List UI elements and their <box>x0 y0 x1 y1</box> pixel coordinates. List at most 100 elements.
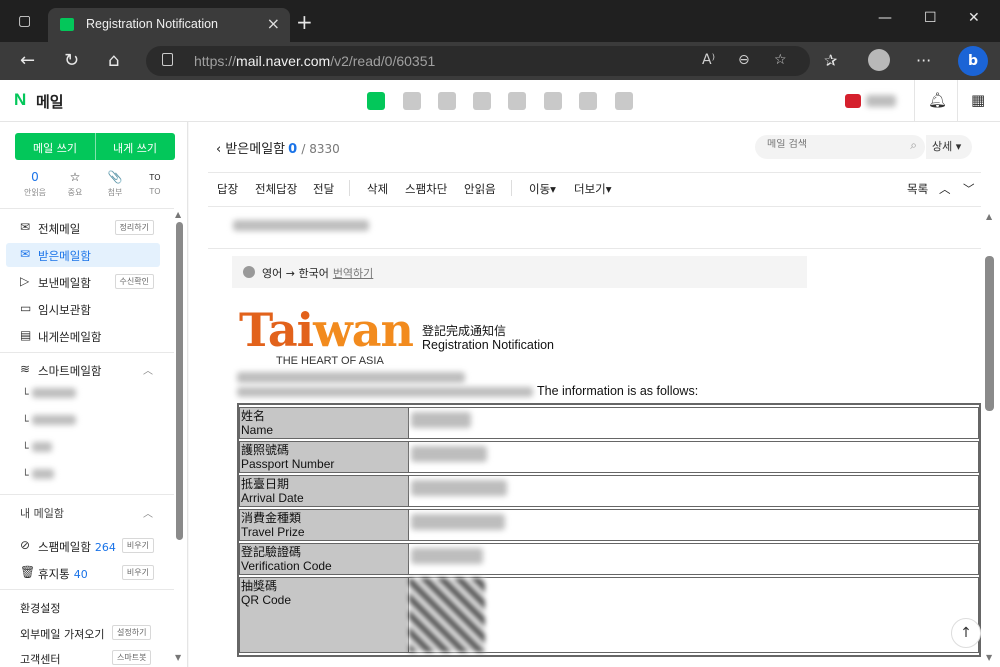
back-icon[interactable]: ← <box>20 50 35 71</box>
smartbot-button[interactable]: 스마트봇 <box>112 650 152 665</box>
delete-button[interactable]: 삭제 <box>367 181 388 197</box>
translate-link[interactable]: 번역하기 <box>333 267 373 280</box>
refresh-icon[interactable]: ↻ <box>64 50 79 71</box>
sidebar-scrollbar[interactable] <box>176 222 183 540</box>
smart-folder-item[interactable]: └ <box>22 388 77 401</box>
total-count: / 8330 <box>301 142 340 156</box>
read-receipt-button[interactable]: 수신확인 <box>114 274 154 289</box>
more-button[interactable]: 더보기▾ <box>574 181 612 197</box>
lock-icon[interactable] <box>162 53 173 66</box>
tab-actions-icon[interactable]: ▢ <box>18 13 31 29</box>
mail-logo-text[interactable]: 메일 <box>36 91 64 112</box>
home-service-icon[interactable] <box>579 92 597 110</box>
redacted-username <box>866 95 896 107</box>
read-aloud-icon[interactable]: A⁾ <box>702 52 715 68</box>
smart-folder-item[interactable]: └ <box>22 469 55 482</box>
quick-attachment[interactable]: 📎 첨부 <box>95 170 135 198</box>
new-tab-icon[interactable]: + <box>296 10 313 34</box>
previous-mail-icon[interactable]: ︿ <box>939 181 951 197</box>
detail-search-button[interactable]: 상세 ▾ <box>926 135 972 159</box>
folder-spam[interactable]: ⊘ 스팸메일함 264 비우기 <box>6 534 160 558</box>
contacts-service-icon[interactable] <box>473 92 491 110</box>
profile-camera-icon[interactable] <box>845 94 861 108</box>
empty-trash-button[interactable]: 비우기 <box>121 565 154 580</box>
mail-service-icon[interactable] <box>367 92 385 110</box>
notification-button[interactable]: 🔔︎ <box>914 80 956 122</box>
scroll-up-icon[interactable]: ▲ <box>175 210 181 219</box>
add-favorite-icon[interactable]: ☆ <box>774 52 787 68</box>
support-link[interactable]: 고객센터 스마트봇 <box>20 650 152 667</box>
collapse-chevron-icon[interactable]: ︿ <box>143 505 153 520</box>
toolbar-divider <box>349 180 350 196</box>
back-chevron-icon[interactable]: ‹ <box>216 142 221 157</box>
mark-unread-button[interactable]: 안읽음 <box>464 181 496 197</box>
mail-reader: ‹ 받은메일함0 / 8330 ⌕ 상세 ▾ 답장 전체답장 전달 삭제 스팸차… <box>189 122 1000 667</box>
folder-to-self[interactable]: ▤ 내게쓴메일함 <box>6 324 160 348</box>
field-label: 抵臺日期 Arrival Date <box>239 475 409 507</box>
scroll-down-icon[interactable]: ▼ <box>986 653 992 662</box>
next-mail-icon[interactable]: ﹀ <box>963 181 975 197</box>
compose-button[interactable]: 메일 쓰기 <box>15 140 95 156</box>
spam-block-button[interactable]: 스팸차단 <box>405 181 447 197</box>
collapse-chevron-icon[interactable]: ︿ <box>143 362 153 377</box>
scroll-up-icon[interactable]: ▲ <box>986 212 992 221</box>
calendar-service-icon[interactable] <box>403 92 421 110</box>
smart-mailbox-header[interactable]: ≋ 스마트메일함 <box>6 358 160 382</box>
reply-all-button[interactable]: 전체답장 <box>255 181 297 197</box>
bookmark-service-icon[interactable] <box>615 92 633 110</box>
mailbox-title[interactable]: ‹ 받은메일함 0 / 8330 <box>216 138 340 157</box>
mail-search[interactable]: ⌕ <box>755 135 925 159</box>
move-button[interactable]: 이동▾ <box>529 181 556 197</box>
home-icon[interactable]: ⌂ <box>108 50 119 71</box>
app-grid-button[interactable]: ▦ <box>957 80 999 122</box>
mybox-service-icon[interactable] <box>508 92 526 110</box>
envelope-icon: ✉ <box>20 220 31 234</box>
settings-link[interactable]: 환경설정 <box>20 600 60 616</box>
memo-service-icon[interactable] <box>438 92 456 110</box>
external-settings-button[interactable]: 설정하기 <box>112 625 152 640</box>
maximize-icon[interactable]: ☐ <box>924 10 937 26</box>
scroll-to-top-button[interactable]: ↑ <box>951 618 981 648</box>
folder-trash[interactable]: 🗑︎ 휴지통 40 비우기 <box>6 561 160 585</box>
folder-inbox[interactable]: ✉ 받은메일함 <box>6 243 160 267</box>
send-icon: ▷ <box>20 274 30 288</box>
search-icon[interactable]: ⌕ <box>910 138 917 153</box>
empty-spam-button[interactable]: 비우기 <box>121 538 154 553</box>
quick-to-me[interactable]: TO TO <box>135 170 175 196</box>
reply-button[interactable]: 답장 <box>217 181 238 197</box>
mail-scrollbar[interactable] <box>985 256 994 411</box>
organize-button[interactable]: 정리하기 <box>114 220 154 235</box>
table-row: 抵臺日期 Arrival Date <box>239 475 979 507</box>
divider <box>0 208 174 209</box>
close-window-icon[interactable]: ✕ <box>968 10 980 26</box>
bing-copilot-icon[interactable]: b <box>958 46 988 76</box>
quick-important[interactable]: ☆ 중요 <box>55 170 95 198</box>
zoom-icon[interactable]: ⊖ <box>738 52 750 68</box>
scroll-down-icon[interactable]: ▼ <box>175 653 181 662</box>
favorites-icon[interactable]: ✰ <box>824 51 837 70</box>
naver-logo[interactable]: N <box>14 90 26 110</box>
table-row: 護照號碼 Passport Number <box>239 441 979 473</box>
folder-sent[interactable]: ▷ 보낸메일함 수신확인 <box>6 270 160 294</box>
list-button[interactable]: 목록 <box>907 181 928 197</box>
folder-all-mail[interactable]: ✉ 전체메일 정리하기 <box>6 216 160 240</box>
search-input[interactable] <box>767 139 897 150</box>
compose-to-self-button[interactable]: 내게 쓰기 <box>95 140 175 156</box>
more-menu-icon[interactable]: ··· <box>916 51 931 70</box>
folder-drafts[interactable]: ▭ 임시보관함 <box>6 297 160 321</box>
url-text[interactable]: https://mail.naver.com/v2/read/0/60351 <box>194 53 435 69</box>
smart-folder-item[interactable]: └ <box>22 415 77 428</box>
forward-button[interactable]: 전달 <box>313 181 334 197</box>
translate-languages[interactable]: 영어 → 한국어 <box>262 267 329 280</box>
address-bar[interactable]: https://mail.naver.com/v2/read/0/60351 A… <box>146 46 810 76</box>
external-mail-link[interactable]: 외부메일 가져오기 설정하기 <box>20 625 152 642</box>
my-mailbox-header[interactable]: 내 메일함 <box>20 505 64 521</box>
apps-service-icon[interactable] <box>544 92 562 110</box>
quick-unread[interactable]: 0 안읽음 <box>15 170 55 198</box>
browser-tab[interactable]: Registration Notification × <box>48 8 290 42</box>
divider <box>0 494 174 495</box>
minimize-icon[interactable]: — <box>878 10 892 26</box>
close-tab-icon[interactable]: × <box>267 14 280 33</box>
profile-avatar[interactable] <box>868 49 890 71</box>
smart-folder-item[interactable]: └ <box>22 442 53 455</box>
